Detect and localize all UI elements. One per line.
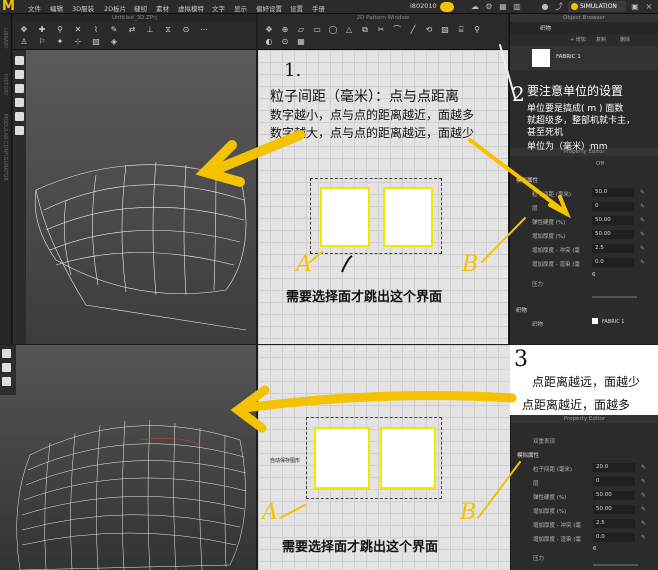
cursor-mark [341,255,353,273]
arrow-a [309,251,323,263]
annotation-arrows [195,44,571,519]
arrow-b [481,217,526,263]
arrow-a-bottom [279,504,306,519]
arrow-b-bottom [477,461,521,519]
arrow-to-particle-field [468,138,567,214]
arrow-to-unit-settings [499,44,516,99]
arrow-to-3d-bottom [240,391,517,413]
